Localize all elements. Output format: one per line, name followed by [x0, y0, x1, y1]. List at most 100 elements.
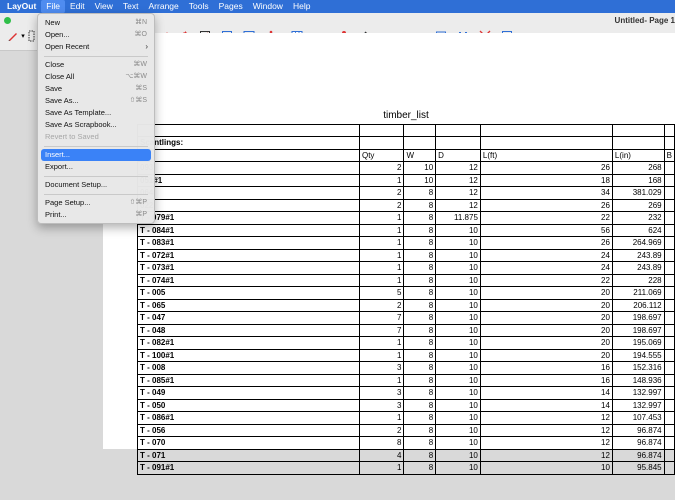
row-value: 10	[435, 436, 481, 450]
row-value: 10	[435, 298, 481, 312]
menu-view[interactable]: View	[90, 0, 118, 13]
table-row: T - 047 7 8 10 20 198.697	[137, 311, 675, 325]
menu-file[interactable]: File	[41, 0, 65, 13]
row-value: 12	[435, 186, 481, 200]
menu-item-label: Revert to Saved	[45, 132, 99, 141]
row-value: 10	[435, 286, 481, 300]
menu-pages[interactable]: Pages	[214, 0, 248, 13]
table-row: T - 056 2 8 10 12 96.874	[137, 423, 675, 437]
row-value: 10	[435, 461, 481, 475]
row-name: 064	[137, 186, 360, 200]
table-cell	[663, 411, 675, 425]
row-value: 8	[403, 323, 437, 337]
row-value: 228	[611, 273, 665, 287]
header-lft: L(ft)	[479, 148, 613, 162]
row-value: 206.112	[611, 298, 665, 312]
menu-item-open[interactable]: Open... ⌘O	[38, 29, 154, 41]
menu-tools[interactable]: Tools	[184, 0, 214, 13]
row-value: 8	[403, 373, 437, 387]
row-value: 2	[358, 161, 405, 175]
menu-app-layout[interactable]: LayOut	[0, 0, 41, 13]
row-value: 3	[358, 386, 405, 400]
row-value: 2	[358, 186, 405, 200]
menu-item-save-as-scrapbook[interactable]: Save As Scrapbook...	[38, 119, 154, 131]
menu-item-document-setup[interactable]: Document Setup...	[38, 179, 154, 191]
menu-item-print[interactable]: Print... ⌘P	[38, 209, 154, 221]
row-value: 12	[479, 411, 613, 425]
row-value: 2	[358, 423, 405, 437]
row-name: T - 049	[137, 386, 360, 400]
table-cell	[663, 398, 675, 412]
table-cell	[663, 173, 675, 187]
row-value: 132.997	[611, 398, 665, 412]
menu-item-open-recent[interactable]: Open Recent ›	[38, 41, 154, 53]
header-name: me	[137, 148, 360, 162]
menu-item-new[interactable]: New ⌘N	[38, 17, 154, 29]
row-name: T - 050	[137, 398, 360, 412]
table-row: T - 005 5 8 10 20 211.069	[137, 286, 675, 300]
row-value: 16	[479, 361, 613, 375]
table-row: T - 091#1 1 8 10 10 95.845	[137, 461, 675, 475]
row-value: 26	[479, 198, 613, 212]
row-value: 243.89	[611, 248, 665, 262]
menu-item-save[interactable]: Save ⌘S	[38, 83, 154, 95]
row-value: 8	[403, 211, 437, 225]
table-cell	[611, 123, 665, 137]
row-value: 10	[435, 248, 481, 262]
table-cell	[663, 261, 675, 275]
row-value: 96.874	[611, 436, 665, 450]
table-cell	[663, 186, 675, 200]
table-row: T - 072#1 1 8 10 24 243.89	[137, 248, 675, 262]
row-value: 10	[435, 448, 481, 462]
menu-item-insert[interactable]: Insert...	[41, 149, 151, 161]
menu-arrange[interactable]: Arrange	[144, 0, 184, 13]
file-menu-dropdown: New ⌘N Open... ⌘O Open Recent › Close ⌘W Close A…	[37, 13, 155, 224]
row-value: 264.969	[611, 236, 665, 250]
table-cell	[663, 298, 675, 312]
header-b: B	[663, 148, 675, 162]
row-value: 20	[479, 311, 613, 325]
row-value: 7	[358, 311, 405, 325]
menu-item-export[interactable]: Export...	[38, 161, 154, 173]
menu-help[interactable]: Help	[288, 0, 315, 13]
pencil-dropdown-icon[interactable]: ▾	[19, 30, 27, 42]
row-value: 198.697	[611, 323, 665, 337]
row-value: 12	[479, 448, 613, 462]
row-value: 10	[435, 336, 481, 350]
table-cell	[663, 248, 675, 262]
menu-item-close-all[interactable]: Close All ⌥⌘W	[38, 71, 154, 83]
row-value: 5	[358, 286, 405, 300]
menu-shortcut: ⌘N	[134, 19, 147, 26]
menu-item-save-as-template[interactable]: Save As Template...	[38, 107, 154, 119]
timber-list-table[interactable]: timber_list Scantlings: me Qty W D L(ft)…	[137, 108, 675, 475]
row-name: T - 065	[137, 298, 360, 312]
table-row: T - 065 2 8 10 20 206.112	[137, 298, 675, 312]
menu-text[interactable]: Text	[118, 0, 144, 13]
menu-item-close[interactable]: Close ⌘W	[38, 59, 154, 71]
table-cell	[435, 136, 481, 150]
row-value: 10	[435, 261, 481, 275]
row-value: 8	[403, 311, 437, 325]
row-value: 8	[403, 361, 437, 375]
row-name: T - 091#1	[137, 461, 360, 475]
menu-shortcut: ⌘S	[135, 85, 147, 92]
menu-window[interactable]: Window	[248, 0, 288, 13]
table-title: timber_list	[383, 110, 429, 122]
row-name: 022	[137, 198, 360, 212]
menu-edit[interactable]: Edit	[65, 0, 90, 13]
menu-item-page-setup[interactable]: Page Setup... ⇧⌘P	[38, 197, 154, 209]
header-lin: L(in)	[611, 148, 665, 162]
row-value: 8	[403, 436, 437, 450]
row-value: 8	[358, 436, 405, 450]
row-value: 96.874	[611, 448, 665, 462]
table-row: T - 083#1 1 8 10 26 264.969	[137, 236, 675, 250]
pencil-tool-icon[interactable]	[6, 30, 20, 42]
row-value: 20	[479, 286, 613, 300]
window-zoom-button[interactable]	[4, 17, 11, 24]
select-tool-icon[interactable]	[28, 30, 36, 42]
menu-item-save-as[interactable]: Save As... ⇧⌘S	[38, 95, 154, 107]
menu-separator	[44, 193, 148, 195]
menu-shortcut: ⌘P	[135, 211, 147, 218]
row-value: 132.997	[611, 386, 665, 400]
row-value: 1	[358, 248, 405, 262]
